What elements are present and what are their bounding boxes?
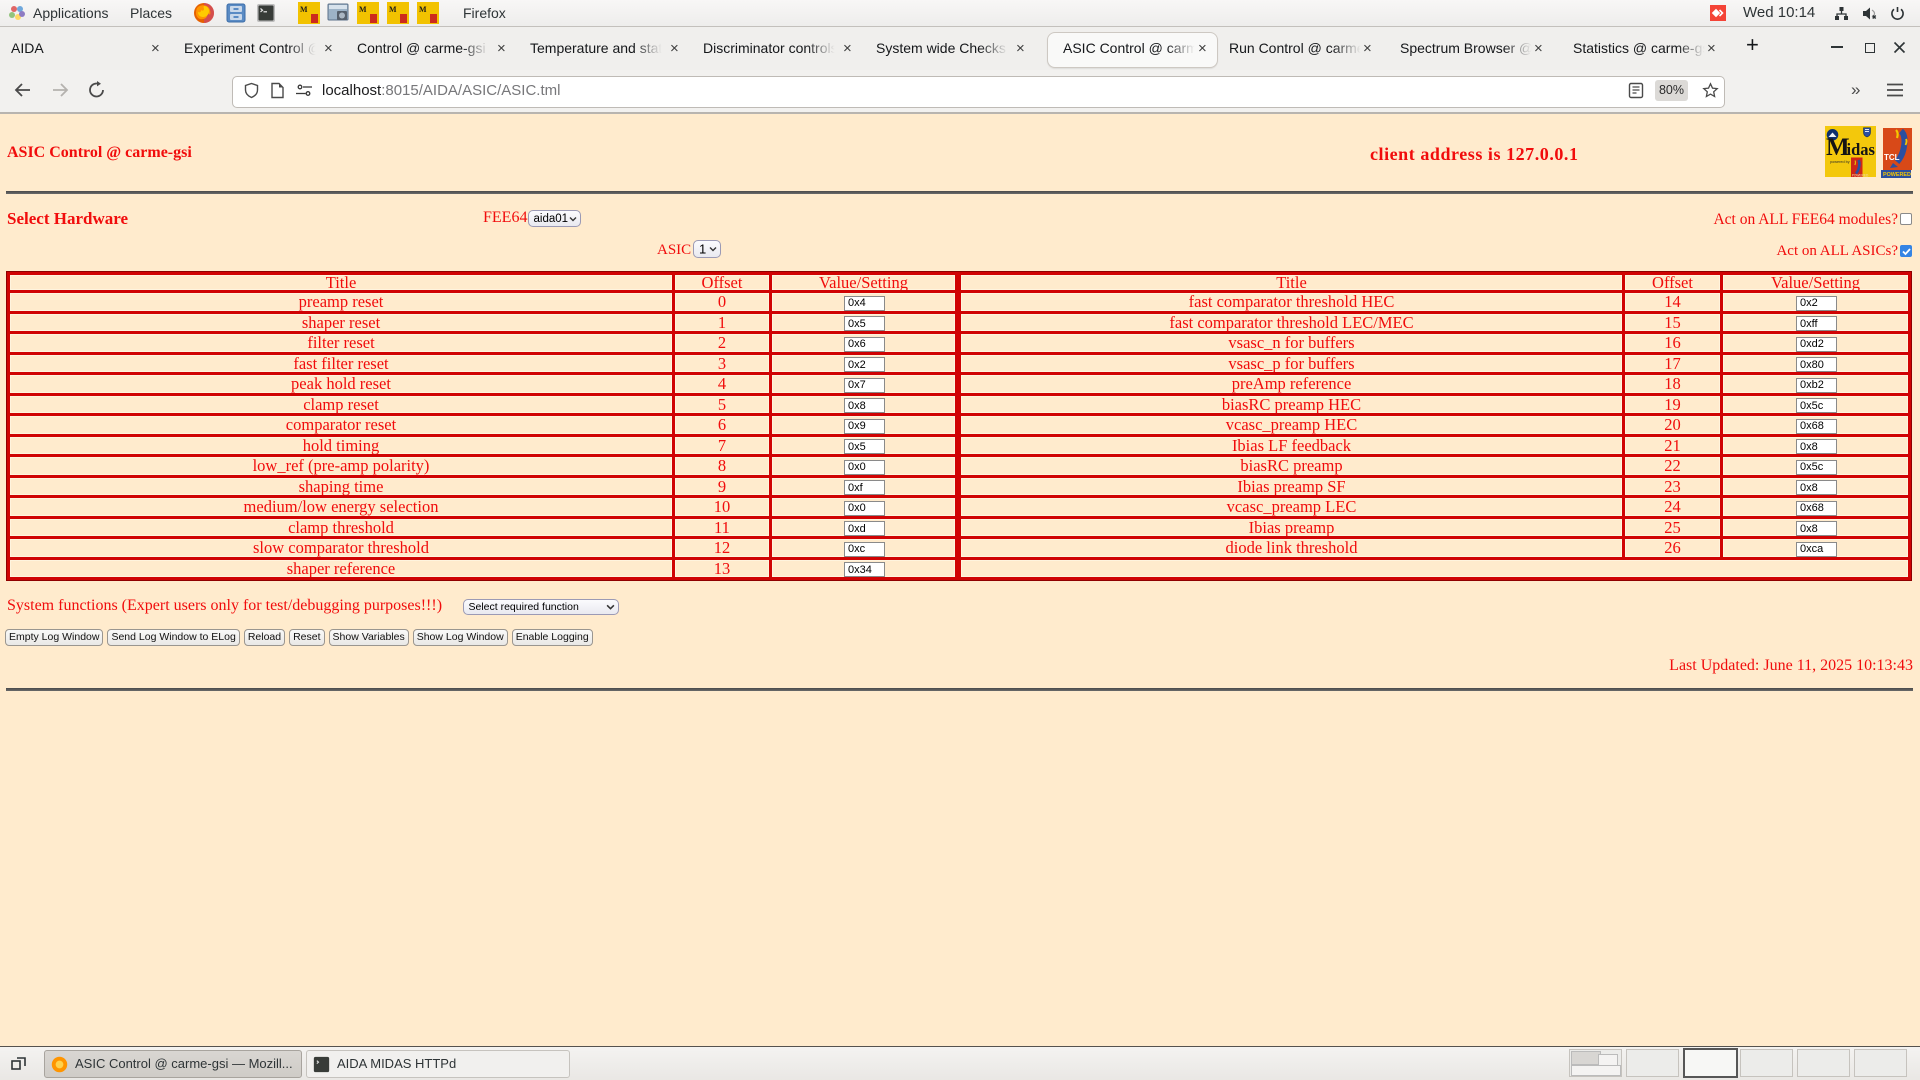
- svg-text:POWERED: POWERED: [1852, 174, 1869, 178]
- svg-text:powered by: powered by: [1830, 160, 1850, 164]
- svg-text:M: M: [300, 5, 308, 14]
- svg-text:TCL: TCL: [1884, 153, 1900, 162]
- svg-text:M: M: [389, 5, 397, 14]
- svg-text:M: M: [419, 5, 427, 14]
- svg-text:M: M: [359, 5, 367, 14]
- svg-text:POWERED: POWERED: [1883, 172, 1911, 178]
- svg-text:idas: idas: [1847, 140, 1876, 159]
